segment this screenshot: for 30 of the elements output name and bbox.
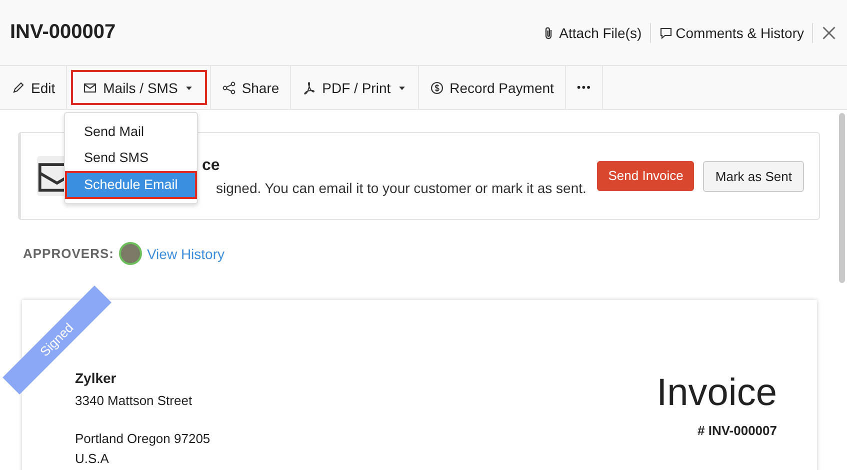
toolbar-button[interactable]: Record Payment: [418, 66, 566, 109]
menu-item[interactable]: Send SMS: [65, 145, 197, 171]
avatar: [118, 242, 142, 265]
invoice-title: INV-000007: [10, 21, 116, 44]
toolbar-button[interactable]: Mails / SMS: [67, 66, 211, 109]
address-line: U.S.A: [75, 450, 110, 468]
toolbar-button[interactable]: Edit: [0, 66, 68, 109]
mark-as-sent-button[interactable]: Mark as Sent: [703, 160, 804, 192]
close-icon: [821, 24, 837, 40]
send-invoice-button[interactable]: Send Invoice: [597, 160, 694, 190]
more-button[interactable]: •••: [566, 66, 604, 109]
menu-item[interactable]: Send Mail: [65, 119, 197, 145]
pdf-icon: [302, 80, 316, 94]
share-icon: [222, 80, 236, 94]
scrollbar-thumb[interactable]: [839, 113, 845, 283]
attach-files-link[interactable]: Attach File(s): [542, 24, 642, 40]
speech-bubble-icon: [658, 26, 673, 40]
toolbar-button[interactable]: PDF / Print: [291, 66, 419, 109]
pencil-icon: [11, 80, 25, 94]
invoice-number: # INV-000007: [696, 423, 777, 438]
comments-history-link[interactable]: Comments & History: [658, 24, 804, 40]
address-line: Portland Oregon 97205: [75, 430, 210, 448]
approvers-label: APPROVERS:: [23, 246, 114, 261]
envelope-icon: [83, 80, 98, 94]
banner-title: ce: [202, 156, 221, 174]
banner-description: signed. You can email it to your customer or mark it as sent.: [215, 180, 588, 196]
coin-icon: [430, 80, 444, 94]
invoice-heading: Invoice: [656, 372, 777, 415]
address-line: 3340 Mattson Street: [75, 392, 194, 410]
toolbar-button[interactable]: Share: [210, 66, 292, 109]
